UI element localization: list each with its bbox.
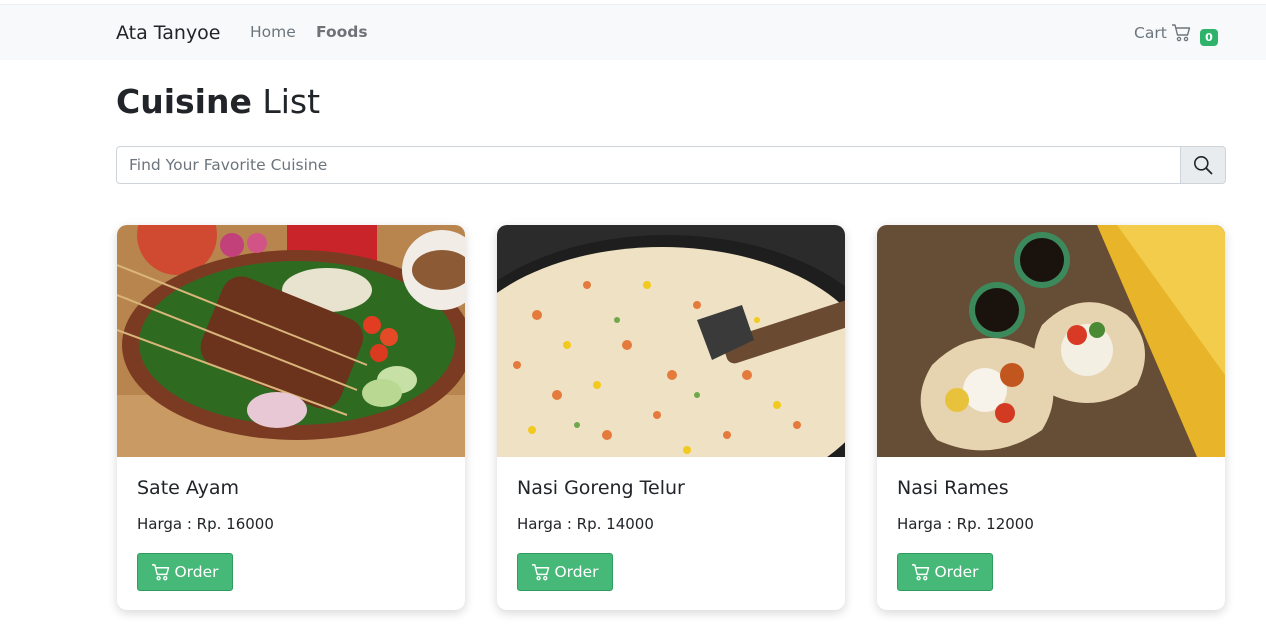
food-price: Harga : Rp. 12000 <box>897 515 1034 533</box>
page-title-rest: List <box>262 82 321 121</box>
food-image-nasi-rames <box>877 225 1225 457</box>
cart-link[interactable]: Cart <box>1134 23 1191 42</box>
food-name: Nasi Rames <box>897 477 1009 499</box>
cart-icon <box>912 564 930 581</box>
search-button[interactable] <box>1180 146 1226 184</box>
page-title: Cuisine List <box>116 82 320 121</box>
order-button-label: Order <box>934 563 979 581</box>
order-button[interactable]: Order <box>897 553 993 591</box>
search-icon <box>1194 156 1213 175</box>
food-name: Nasi Goreng Telur <box>517 477 685 499</box>
food-image-sate-ayam <box>117 225 465 457</box>
food-card-nasi-goreng-telur: Nasi Goreng Telur Harga : Rp. 14000 Orde… <box>497 225 845 610</box>
food-price: Harga : Rp. 14000 <box>517 515 654 533</box>
cart-icon <box>1171 24 1190 42</box>
cart-icon <box>532 564 550 581</box>
food-card-sate-ayam: Sate Ayam Harga : Rp. 16000 Order <box>117 225 465 610</box>
brand-logo[interactable]: Ata Tanyoe <box>116 22 221 44</box>
order-button-label: Order <box>174 563 219 581</box>
nav-link-foods[interactable]: Foods <box>316 23 368 41</box>
cart-icon <box>152 564 170 581</box>
search-input[interactable] <box>116 146 1181 184</box>
navbar: Ata Tanyoe Home Foods Cart 0 <box>0 4 1266 60</box>
nav-link-home[interactable]: Home <box>250 23 296 41</box>
food-name: Sate Ayam <box>137 477 239 499</box>
food-image-nasi-goreng-telur <box>497 225 845 457</box>
order-button[interactable]: Order <box>137 553 233 591</box>
order-button[interactable]: Order <box>517 553 613 591</box>
search-bar <box>116 146 1226 184</box>
order-button-label: Order <box>554 563 599 581</box>
page-title-bold: Cuisine <box>116 82 252 121</box>
cart-count-badge: 0 <box>1200 29 1218 46</box>
cart-label: Cart <box>1134 23 1167 42</box>
food-price: Harga : Rp. 16000 <box>137 515 274 533</box>
food-card-nasi-rames: Nasi Rames Harga : Rp. 12000 Order <box>877 225 1225 610</box>
